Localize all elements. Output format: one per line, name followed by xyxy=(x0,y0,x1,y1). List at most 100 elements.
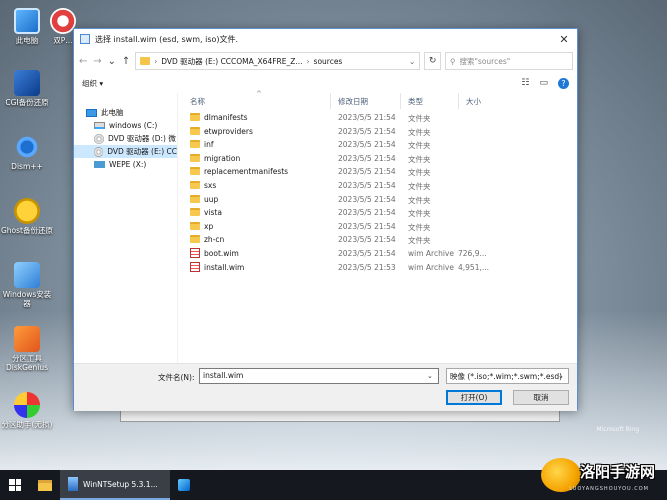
file-row[interactable]: dlmanifests 2023/5/5 21:54 文件夹 xyxy=(178,111,577,125)
search-input[interactable]: 搜索"sources" xyxy=(459,56,510,67)
address-bar[interactable]: › DVD 驱动器 (E:) CCCOMA_X64FRE_Z... › sour… xyxy=(135,52,421,70)
tree-item-this-pc[interactable]: 此电脑 xyxy=(74,106,177,119)
desktop-icon-diskgenius[interactable]: 分区工具DiskGenius xyxy=(0,326,54,372)
taskbar-task-winntsetup[interactable]: WinNTSetup 5.3.1... xyxy=(60,470,170,500)
file-date: 2023/5/5 21:54 xyxy=(338,153,396,163)
file-type: 文件夹 xyxy=(408,222,431,232)
dialog-titlebar[interactable]: 选择 install.wim (esd, swm, iso)文件. ✕ xyxy=(74,29,577,49)
file-name: migration xyxy=(204,153,241,163)
column-divider[interactable] xyxy=(400,93,401,109)
file-type: 文件夹 xyxy=(408,236,431,246)
tree-item-dvd-d[interactable]: DVD 驱动器 (D:) 微 xyxy=(74,132,177,145)
taskbar-app[interactable] xyxy=(170,470,198,500)
desktop-icon-label: 分区工具DiskGenius xyxy=(5,354,49,372)
file-row[interactable]: inf 2023/5/5 21:54 文件夹 xyxy=(178,138,577,152)
file-row[interactable]: replacementmanifests 2023/5/5 21:54 文件夹 xyxy=(178,165,577,179)
folder-icon xyxy=(190,126,200,135)
chevron-down-icon[interactable]: ⌄ xyxy=(427,372,433,380)
file-type: 文件夹 xyxy=(408,141,431,151)
desktop-icon-partition-assistant[interactable]: 分区助手(无损) xyxy=(0,392,54,429)
diskgenius-icon xyxy=(14,326,40,352)
column-header-size[interactable]: 大小 xyxy=(466,96,481,107)
tree-item-label: 此电脑 xyxy=(101,108,124,117)
desktop-icon-this-pc[interactable]: 此电脑 xyxy=(0,8,54,45)
file-date: 2023/5/5 21:54 xyxy=(338,180,396,190)
start-button[interactable] xyxy=(0,470,30,500)
file-row[interactable]: etwproviders 2023/5/5 21:54 文件夹 xyxy=(178,125,577,139)
file-type-filter[interactable]: 映像 (*.iso;*.wim;*.swm;*.esd) xyxy=(446,368,569,384)
file-row[interactable]: migration 2023/5/5 21:54 文件夹 xyxy=(178,152,577,166)
file-row[interactable]: uup 2023/5/5 21:54 文件夹 xyxy=(178,193,577,207)
file-type: 文件夹 xyxy=(408,195,431,205)
file-list: ^ 名称 修改日期 类型 大小 dlmanifests 2023/5/5 21:5… xyxy=(178,90,577,363)
breadcrumb-segment-sources[interactable]: sources xyxy=(314,57,343,66)
file-row[interactable]: install.wim 2023/5/5 21:53 wim Archive 4,95… xyxy=(178,261,577,275)
file-name: replacementmanifests xyxy=(204,167,289,177)
desktop-icon-label: Windows安装器 xyxy=(2,290,52,308)
desktop-icon-ghost[interactable]: Ghost备份还原 xyxy=(0,198,54,235)
close-icon[interactable]: ✕ xyxy=(551,29,577,49)
desktop-icon-label: Ghost备份还原 xyxy=(0,226,53,235)
preview-pane-icon[interactable]: ▭ xyxy=(539,78,548,88)
tree-item-wepe-x[interactable]: WEPE (X:) xyxy=(74,158,177,171)
desktop-icon-windows-installer[interactable]: Windows安装器 xyxy=(0,262,54,308)
help-icon[interactable]: ? xyxy=(558,77,569,89)
tree-item-label: DVD 驱动器 (D:) 微 xyxy=(108,134,176,143)
forward-arrow-icon[interactable]: → xyxy=(92,56,102,67)
breadcrumb-segment-drive[interactable]: DVD 驱动器 (E:) CCCOMA_X64FRE_Z... xyxy=(161,56,302,67)
view-options-icon[interactable]: ☷ xyxy=(521,78,529,88)
watermark-brand: 洛阳手游网 xyxy=(579,463,655,481)
file-row[interactable]: vista 2023/5/5 21:54 文件夹 xyxy=(178,206,577,220)
file-rows: dlmanifests 2023/5/5 21:54 文件夹 etwproviders… xyxy=(178,111,577,274)
file-date: 2023/5/5 21:54 xyxy=(338,167,396,177)
folder-icon xyxy=(190,235,200,244)
file-list-header: ^ 名称 修改日期 类型 大小 xyxy=(178,90,577,109)
tree-item-dvd-e[interactable]: DVD 驱动器 (E:) CC xyxy=(74,145,177,158)
folder-icon xyxy=(190,221,200,230)
computer-icon xyxy=(86,108,97,117)
filename-input[interactable]: install.wim xyxy=(199,368,439,384)
drive-icon xyxy=(94,122,105,129)
organize-button[interactable]: 组织 ▾ xyxy=(82,78,103,89)
column-header-type[interactable]: 类型 xyxy=(408,96,423,107)
dvd-icon xyxy=(94,146,104,157)
back-arrow-icon[interactable]: ← xyxy=(78,56,88,67)
taskbar-file-explorer[interactable] xyxy=(30,470,60,500)
bing-watermark: Microsoft Bing xyxy=(596,426,639,433)
column-header-date[interactable]: 修改日期 xyxy=(338,96,368,107)
dialog-footer: 文件名(N): install.wim ⌄ 映像 (*.iso;*.wim;*.… xyxy=(74,363,577,411)
column-divider[interactable] xyxy=(330,93,331,109)
file-row[interactable]: sxs 2023/5/5 21:54 文件夹 xyxy=(178,179,577,193)
refresh-icon[interactable]: ↻ xyxy=(424,52,441,70)
search-box[interactable]: ⚲ 搜索"sources" xyxy=(444,52,573,70)
file-row[interactable]: xp 2023/5/5 21:54 文件夹 xyxy=(178,220,577,234)
recent-chevron-icon[interactable]: ⌄ xyxy=(107,56,117,67)
open-button[interactable]: 打开(O) xyxy=(446,390,502,405)
file-row[interactable]: zh-cn 2023/5/5 21:54 文件夹 xyxy=(178,233,577,247)
column-header-name[interactable]: 名称 xyxy=(190,96,205,107)
folder-icon xyxy=(38,479,52,491)
dialog-title: 选择 install.wim (esd, swm, iso)文件. xyxy=(95,34,239,44)
folder-icon xyxy=(190,140,200,149)
chevron-down-icon[interactable]: ⌄ xyxy=(409,57,415,66)
file-name: install.wim xyxy=(204,262,245,272)
dialog-body: 此电脑 windows (C:) DVD 驱动器 (D:) 微 DVD 驱动器 … xyxy=(74,90,577,363)
desktop-icon-label: Dism++ xyxy=(11,162,43,171)
dialog-app-icon xyxy=(80,34,90,44)
open-file-dialog: 选择 install.wim (esd, swm, iso)文件. ✕ ← → … xyxy=(73,28,578,411)
file-type: wim Archive xyxy=(408,248,454,258)
file-row[interactable]: boot.wim 2023/5/5 21:54 wim Archive 726,9..… xyxy=(178,247,577,261)
tree-item-label: windows (C:) xyxy=(109,121,158,130)
tree-item-drive-c[interactable]: windows (C:) xyxy=(74,119,177,132)
column-divider[interactable] xyxy=(458,93,459,109)
desktop-icon-dism[interactable]: Dism++ xyxy=(0,134,54,171)
up-arrow-icon[interactable]: ↑ xyxy=(121,56,131,67)
partition-assistant-icon xyxy=(14,392,40,418)
desktop-icon-cgi[interactable]: CGI备份还原 xyxy=(0,70,54,107)
file-date: 2023/5/5 21:54 xyxy=(338,113,396,122)
chevron-down-icon[interactable]: ⌄ xyxy=(558,372,564,380)
ghost-icon xyxy=(14,198,40,224)
file-date: 2023/5/5 21:54 xyxy=(338,221,396,231)
cancel-button[interactable]: 取消 xyxy=(513,390,569,405)
folder-icon xyxy=(190,167,200,176)
